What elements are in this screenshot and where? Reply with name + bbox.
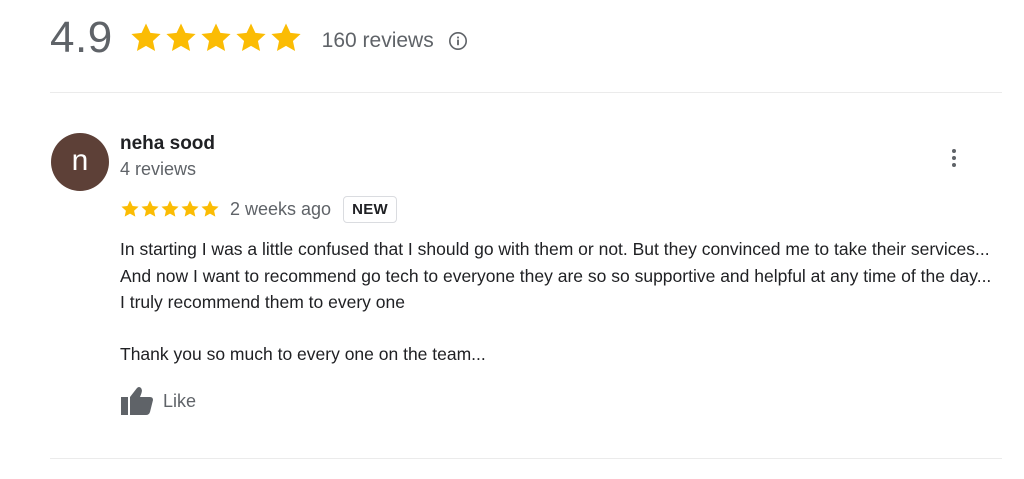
thumbs-up-icon — [121, 387, 153, 415]
review-text: In starting I was a little confused that… — [120, 239, 992, 312]
more-options-button[interactable] — [940, 142, 968, 174]
summary-stars — [129, 21, 304, 55]
reviews-panel: 4.9 160 reviews n neha sood 4 reviews 2 … — [0, 0, 1024, 479]
reviewer-name[interactable]: neha sood — [120, 133, 215, 155]
avatar-initial: n — [71, 143, 89, 177]
average-rating: 4.9 — [50, 13, 113, 62]
star-icon — [131, 23, 161, 52]
new-badge: NEW — [343, 195, 397, 223]
star-icon — [121, 200, 139, 217]
star-icon — [141, 200, 159, 217]
avatar[interactable]: n — [51, 133, 109, 191]
like-button[interactable]: Like — [120, 384, 196, 418]
review-meta: 2 weeks ago NEW — [120, 194, 397, 224]
reviewer-review-count[interactable]: 4 reviews — [120, 159, 196, 180]
star-icon — [236, 23, 266, 52]
review-count-link[interactable]: 160 reviews — [322, 29, 434, 53]
more-vert-icon — [952, 149, 956, 153]
star-icon — [201, 200, 219, 217]
star-icon — [161, 200, 179, 217]
star-icon — [166, 23, 196, 52]
review-date: 2 weeks ago — [230, 198, 332, 219]
review-stars — [120, 199, 220, 219]
review-text-closing: Thank you so much to every one on the te… — [120, 344, 486, 364]
like-label: Like — [163, 390, 197, 411]
divider — [50, 92, 1002, 93]
star-icon — [201, 23, 231, 52]
star-icon — [181, 200, 199, 217]
star-icon — [271, 23, 301, 52]
info-icon[interactable] — [448, 31, 468, 51]
divider — [50, 458, 1002, 459]
rating-summary: 4.9 160 reviews — [50, 12, 468, 64]
